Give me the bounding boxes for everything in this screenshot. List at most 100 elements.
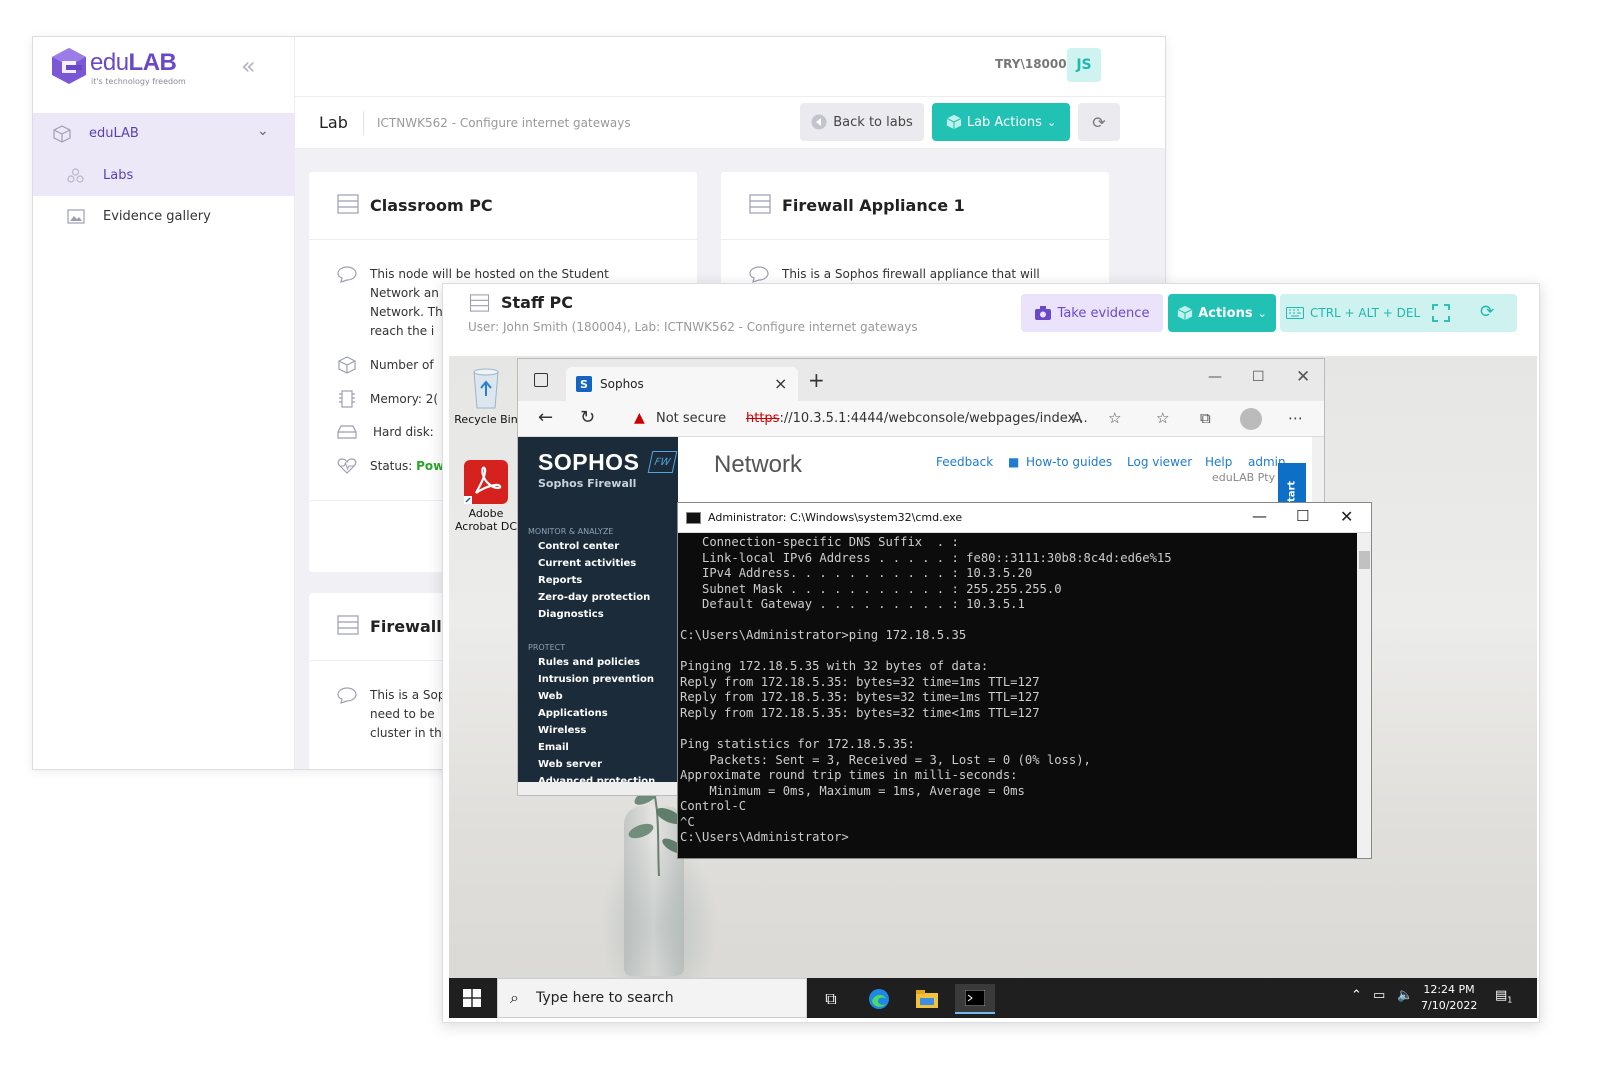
menu-item-zero-day-protection[interactable]: Zero-day protection: [538, 592, 650, 603]
take-evidence-button[interactable]: Take evidence: [1021, 294, 1163, 332]
network-icon[interactable]: ▭: [1373, 988, 1385, 1003]
tab-title: Sophos: [600, 377, 644, 391]
cmd-line: IPv4 Address. . . . . . . . . . . : 10.3…: [680, 566, 1033, 581]
image-icon: [67, 209, 85, 224]
file-explorer-icon[interactable]: [907, 984, 947, 1014]
menu-item-reports[interactable]: Reports: [538, 575, 582, 586]
refresh-button[interactable]: ⟳: [1078, 103, 1120, 141]
console-toolbar: CTRL + ALT + DEL ⟳: [1280, 294, 1517, 332]
disk-spec: Hard disk:: [373, 425, 434, 439]
sidebar-item-evidence-gallery[interactable]: Evidence gallery: [33, 197, 295, 237]
menu-item-email[interactable]: Email: [538, 742, 569, 753]
menu-item-web[interactable]: Web: [538, 691, 563, 702]
reload-icon[interactable]: ↻: [580, 407, 595, 428]
profile-avatar-icon[interactable]: [1240, 408, 1262, 430]
keyboard-icon: [1286, 307, 1304, 319]
cmd-line: Ping statistics for 172.18.5.35:: [680, 737, 915, 752]
desktop-icon-adobe-acrobat[interactable]: Adobe Acrobat DC: [449, 460, 523, 533]
remote-desktop[interactable]: Recycle Bin Adobe Acrobat DC S Sophos × …: [449, 356, 1537, 1018]
fullscreen-icon[interactable]: [1432, 304, 1450, 322]
edulab-logo-icon: [52, 48, 86, 84]
scroll-thumb[interactable]: [1359, 551, 1370, 569]
desktop-icon-recycle-bin[interactable]: Recycle Bin: [449, 366, 523, 426]
cmd-title-bar: Administrator: C:\Windows\system32\cmd.e…: [678, 503, 1371, 533]
read-aloud-icon[interactable]: A: [1072, 409, 1082, 427]
notification-center-icon[interactable]: ▤1: [1495, 988, 1512, 1005]
help-link[interactable]: Help: [1205, 455, 1232, 469]
menu-item-diagnostics[interactable]: Diagnostics: [538, 609, 604, 620]
cmd-line: [680, 722, 1356, 738]
new-tab-icon[interactable]: +: [808, 368, 825, 392]
maximize-icon[interactable]: ☐: [1252, 369, 1265, 385]
tab-actions-icon[interactable]: [534, 373, 548, 387]
favorites-icon[interactable]: ☆: [1156, 409, 1169, 427]
sidebar: eduLAB it's technology freedom « eduLAB …: [33, 37, 295, 769]
chevron-up-icon[interactable]: ⌃: [1351, 988, 1362, 1003]
back-arrow-icon[interactable]: ←: [538, 407, 553, 428]
server-icon: [469, 294, 490, 312]
close-icon[interactable]: ✕: [1340, 507, 1353, 526]
cmd-line: Control-C: [680, 799, 747, 814]
video-camera-icon: ■: [1008, 455, 1020, 469]
taskbar-clock[interactable]: 12:24 PM 7/10/2022: [1421, 982, 1477, 1014]
minimize-icon[interactable]: —: [1252, 507, 1267, 525]
back-to-labs-button[interactable]: Back to labs: [800, 103, 924, 141]
taskbar-search-box[interactable]: ⌕ Type here to search: [497, 978, 807, 1018]
cmd-line: Reply from 172.18.5.35: bytes=32 time<1m…: [680, 706, 1040, 721]
feedback-link[interactable]: Feedback: [936, 455, 993, 469]
desktop-icon-label: Adobe Acrobat DC: [454, 507, 518, 533]
maximize-icon[interactable]: ☐: [1296, 507, 1309, 525]
url-scheme: https: [746, 411, 780, 426]
refresh-icon[interactable]: ⟳: [1480, 302, 1500, 322]
description-line: need to be: [370, 707, 435, 721]
minimize-icon[interactable]: —: [1208, 369, 1222, 385]
collections-icon[interactable]: ⧉: [1200, 409, 1211, 427]
collapse-sidebar-button[interactable]: «: [241, 52, 256, 80]
menu-item-web-server[interactable]: Web server: [538, 759, 602, 770]
more-menu-icon[interactable]: ⋯: [1288, 409, 1303, 427]
flask-icon: [67, 168, 84, 183]
menu-item-current-activities[interactable]: Current activities: [538, 558, 636, 569]
sidebar-group-edulab[interactable]: eduLAB ⌄: [33, 113, 295, 156]
description-line: This is a Sop: [370, 688, 446, 702]
page-title: Network: [714, 451, 803, 478]
windows-start-icon[interactable]: [463, 989, 481, 1007]
menu-item-control-center[interactable]: Control center: [538, 541, 619, 552]
sidebar-item-labs[interactable]: Labs: [33, 156, 295, 196]
security-status[interactable]: Not secure: [656, 411, 726, 426]
volume-muted-icon[interactable]: 🔈: [1397, 988, 1413, 1003]
ctrl-alt-del-button[interactable]: CTRL + ALT + DEL: [1286, 294, 1420, 332]
browser-tab-sophos[interactable]: S Sophos ×: [566, 367, 798, 401]
cmd-line: Minimum = 0ms, Maximum = 1ms, Average = …: [680, 783, 1025, 798]
back-arrow-icon: [811, 114, 827, 130]
cmd-taskbar-icon[interactable]: [955, 984, 995, 1014]
close-tab-icon[interactable]: ×: [774, 374, 787, 393]
sidebar-horizontal-scrollbar[interactable]: [518, 782, 678, 795]
cmd-line: ^C: [680, 814, 695, 829]
cmd-window-title: Administrator: C:\Windows\system32\cmd.e…: [708, 511, 963, 524]
avatar[interactable]: JS: [1067, 48, 1101, 82]
how-to-guides-link[interactable]: How-to guides: [1026, 455, 1112, 469]
cmd-window: Administrator: C:\Windows\system32\cmd.e…: [677, 502, 1372, 859]
task-view-icon[interactable]: ⧉: [811, 984, 851, 1014]
comment-icon: [337, 266, 357, 283]
cmd-line: Packets: Sent = 3, Received = 3, Lost = …: [680, 752, 1091, 767]
cube-icon: [946, 114, 962, 130]
card-title: Firewall Appliance 1: [782, 196, 965, 215]
url-field[interactable]: https://10.3.5.1:4444/webconsole/webpage…: [746, 411, 1088, 426]
cmd-line: Pinging 172.18.5.35 with 32 bytes of dat…: [680, 659, 989, 674]
console-subtitle: User: John Smith (180004), Lab: ICTNWK56…: [468, 320, 918, 334]
menu-item-wireless[interactable]: Wireless: [538, 725, 586, 736]
menu-item-intrusion-prevention[interactable]: Intrusion prevention: [538, 674, 654, 685]
cmd-scrollbar[interactable]: [1357, 533, 1371, 858]
lab-actions-button[interactable]: Lab Actions ⌄: [932, 103, 1070, 141]
menu-item-rules-and-policies[interactable]: Rules and policies: [538, 657, 640, 668]
log-viewer-link[interactable]: Log viewer: [1127, 455, 1192, 469]
url-rest: ://10.3.5.1:4444/webconsole/webpages/ind…: [779, 411, 1088, 426]
edge-taskbar-icon[interactable]: [859, 984, 899, 1014]
cmd-output[interactable]: Connection-specific DNS Suffix . : Link-…: [680, 535, 1356, 857]
favorite-add-icon[interactable]: ☆: [1108, 409, 1121, 427]
menu-item-applications[interactable]: Applications: [538, 708, 608, 719]
close-icon[interactable]: ✕: [1296, 367, 1310, 387]
actions-button[interactable]: Actions ⌄: [1168, 294, 1276, 332]
